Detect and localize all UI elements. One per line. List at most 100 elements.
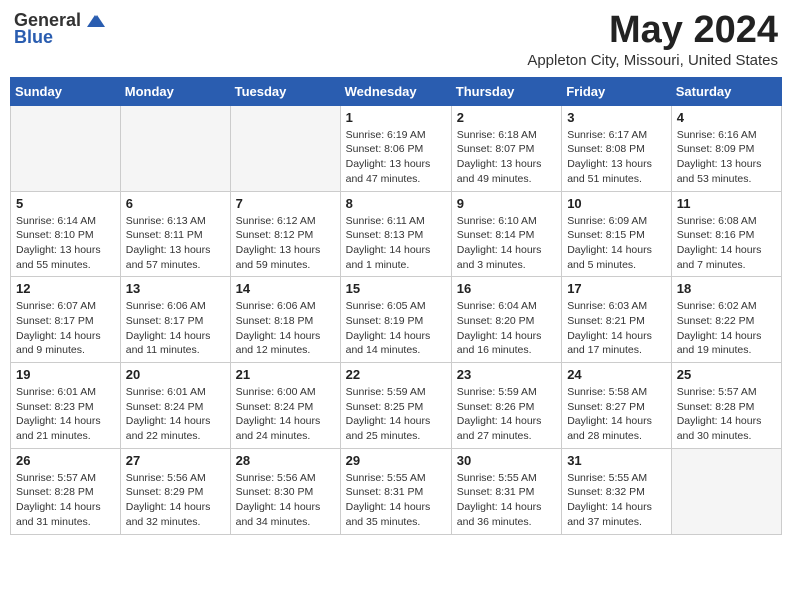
day-number: 3 [567,110,666,125]
calendar-cell: 25 Sunrise: 5:57 AM Sunset: 8:28 PM Dayli… [671,363,781,449]
calendar-cell: 22 Sunrise: 5:59 AM Sunset: 8:25 PM Dayli… [340,363,451,449]
day-number: 1 [346,110,446,125]
calendar-cell: 31 Sunrise: 5:55 AM Sunset: 8:32 PM Dayli… [562,448,672,534]
calendar-cell: 17Sunrise: 6:03 AM Sunset: 8:21 PM Dayli… [562,277,672,363]
calendar-cell: 28 Sunrise: 5:56 AM Sunset: 8:30 PM Dayli… [230,448,340,534]
day-info: Sunrise: 6:17 AM Sunset: 8:08 PM Dayligh… [567,128,666,187]
day-number: 10 [567,196,666,211]
calendar-cell: 23Sunrise: 5:59 AM Sunset: 8:26 PM Dayli… [451,363,561,449]
day-info: Sunrise: 6:05 AM Sunset: 8:19 PM Dayligh… [346,299,446,358]
day-info: Sunrise: 6:06 AM Sunset: 8:18 PM Dayligh… [236,299,335,358]
day-number: 8 [346,196,446,211]
day-number: 22 [346,367,446,382]
day-number: 11 [677,196,776,211]
day-info: Sunrise: 6:18 AM Sunset: 8:07 PM Dayligh… [457,128,556,187]
day-number: 17 [567,281,666,296]
day-info: Sunrise: 6:12 AM Sunset: 8:12 PM Dayligh… [236,214,335,273]
calendar-cell: 18Sunrise: 6:02 AM Sunset: 8:22 PM Dayli… [671,277,781,363]
day-info: Sunrise: 6:11 AM Sunset: 8:13 PM Dayligh… [346,214,446,273]
calendar-week-row: 5Sunrise: 6:14 AM Sunset: 8:10 PM Daylig… [11,191,782,277]
calendar-day-header: Thursday [451,77,561,105]
calendar-cell: 14 Sunrise: 6:06 AM Sunset: 8:18 PM Dayli… [230,277,340,363]
calendar-cell: 11 Sunrise: 6:08 AM Sunset: 8:16 PM Dayli… [671,191,781,277]
day-info: Sunrise: 6:13 AM Sunset: 8:11 PM Dayligh… [126,214,225,273]
logo-icon [85,13,105,29]
calendar-cell: 26 Sunrise: 5:57 AM Sunset: 8:28 PM Dayli… [11,448,121,534]
day-number: 16 [457,281,556,296]
calendar-cell: 8 Sunrise: 6:11 AM Sunset: 8:13 PM Daylig… [340,191,451,277]
calendar-day-header: Friday [562,77,672,105]
day-info: Sunrise: 5:56 AM Sunset: 8:30 PM Dayligh… [236,471,335,530]
day-number: 13 [126,281,225,296]
calendar-cell [120,105,230,191]
day-info: Sunrise: 6:08 AM Sunset: 8:16 PM Dayligh… [677,214,776,273]
day-info: Sunrise: 5:59 AM Sunset: 8:25 PM Dayligh… [346,385,446,444]
day-info: Sunrise: 5:57 AM Sunset: 8:28 PM Dayligh… [16,471,115,530]
calendar-header-row: SundayMondayTuesdayWednesdayThursdayFrid… [11,77,782,105]
calendar-week-row: 19Sunrise: 6:01 AM Sunset: 8:23 PM Dayli… [11,363,782,449]
calendar-day-header: Monday [120,77,230,105]
day-info: Sunrise: 6:04 AM Sunset: 8:20 PM Dayligh… [457,299,556,358]
day-number: 23 [457,367,556,382]
calendar-cell: 3 Sunrise: 6:17 AM Sunset: 8:08 PM Daylig… [562,105,672,191]
calendar-day-header: Wednesday [340,77,451,105]
calendar-day-header: Tuesday [230,77,340,105]
day-number: 15 [346,281,446,296]
day-number: 6 [126,196,225,211]
calendar-week-row: 12 Sunrise: 6:07 AM Sunset: 8:17 PM Dayli… [11,277,782,363]
day-info: Sunrise: 5:57 AM Sunset: 8:28 PM Dayligh… [677,385,776,444]
day-info: Sunrise: 5:55 AM Sunset: 8:31 PM Dayligh… [346,471,446,530]
calendar-cell: 13 Sunrise: 6:06 AM Sunset: 8:17 PM Dayli… [120,277,230,363]
calendar-cell: 21Sunrise: 6:00 AM Sunset: 8:24 PM Dayli… [230,363,340,449]
day-number: 24 [567,367,666,382]
day-info: Sunrise: 6:02 AM Sunset: 8:22 PM Dayligh… [677,299,776,358]
month-title: May 2024 [527,10,778,52]
day-number: 7 [236,196,335,211]
day-number: 4 [677,110,776,125]
page-header: General Blue May 2024 Appleton City, Mis… [10,10,782,69]
calendar-cell: 19Sunrise: 6:01 AM Sunset: 8:23 PM Dayli… [11,363,121,449]
calendar-cell: 4 Sunrise: 6:16 AM Sunset: 8:09 PM Daylig… [671,105,781,191]
day-info: Sunrise: 6:07 AM Sunset: 8:17 PM Dayligh… [16,299,115,358]
day-info: Sunrise: 6:00 AM Sunset: 8:24 PM Dayligh… [236,385,335,444]
day-number: 5 [16,196,115,211]
day-info: Sunrise: 6:19 AM Sunset: 8:06 PM Dayligh… [346,128,446,187]
calendar-cell: 29 Sunrise: 5:55 AM Sunset: 8:31 PM Dayli… [340,448,451,534]
calendar-day-header: Sunday [11,77,121,105]
day-info: Sunrise: 6:06 AM Sunset: 8:17 PM Dayligh… [126,299,225,358]
day-number: 26 [16,453,115,468]
day-number: 31 [567,453,666,468]
day-info: Sunrise: 6:10 AM Sunset: 8:14 PM Dayligh… [457,214,556,273]
logo-blue-text: Blue [14,27,53,48]
day-info: Sunrise: 6:09 AM Sunset: 8:15 PM Dayligh… [567,214,666,273]
calendar-cell: 20Sunrise: 6:01 AM Sunset: 8:24 PM Dayli… [120,363,230,449]
day-number: 20 [126,367,225,382]
calendar-cell: 5Sunrise: 6:14 AM Sunset: 8:10 PM Daylig… [11,191,121,277]
day-number: 14 [236,281,335,296]
day-number: 29 [346,453,446,468]
calendar-cell: 10 Sunrise: 6:09 AM Sunset: 8:15 PM Dayli… [562,191,672,277]
day-number: 9 [457,196,556,211]
calendar-cell: 15 Sunrise: 6:05 AM Sunset: 8:19 PM Dayli… [340,277,451,363]
calendar-cell: 12 Sunrise: 6:07 AM Sunset: 8:17 PM Dayli… [11,277,121,363]
day-number: 25 [677,367,776,382]
day-info: Sunrise: 6:16 AM Sunset: 8:09 PM Dayligh… [677,128,776,187]
calendar-cell: 27Sunrise: 5:56 AM Sunset: 8:29 PM Dayli… [120,448,230,534]
day-number: 28 [236,453,335,468]
day-number: 2 [457,110,556,125]
calendar-day-header: Saturday [671,77,781,105]
day-info: Sunrise: 5:56 AM Sunset: 8:29 PM Dayligh… [126,471,225,530]
logo: General Blue [14,10,105,48]
calendar-cell: 9 Sunrise: 6:10 AM Sunset: 8:14 PM Daylig… [451,191,561,277]
calendar-cell: 7 Sunrise: 6:12 AM Sunset: 8:12 PM Daylig… [230,191,340,277]
calendar-cell [11,105,121,191]
day-number: 12 [16,281,115,296]
day-info: Sunrise: 5:58 AM Sunset: 8:27 PM Dayligh… [567,385,666,444]
calendar-cell: 16 Sunrise: 6:04 AM Sunset: 8:20 PM Dayli… [451,277,561,363]
calendar-week-row: 1 Sunrise: 6:19 AM Sunset: 8:06 PM Daylig… [11,105,782,191]
calendar-table: SundayMondayTuesdayWednesdayThursdayFrid… [10,77,782,535]
calendar-cell [671,448,781,534]
calendar-cell: 1 Sunrise: 6:19 AM Sunset: 8:06 PM Daylig… [340,105,451,191]
day-info: Sunrise: 5:55 AM Sunset: 8:31 PM Dayligh… [457,471,556,530]
day-info: Sunrise: 5:55 AM Sunset: 8:32 PM Dayligh… [567,471,666,530]
